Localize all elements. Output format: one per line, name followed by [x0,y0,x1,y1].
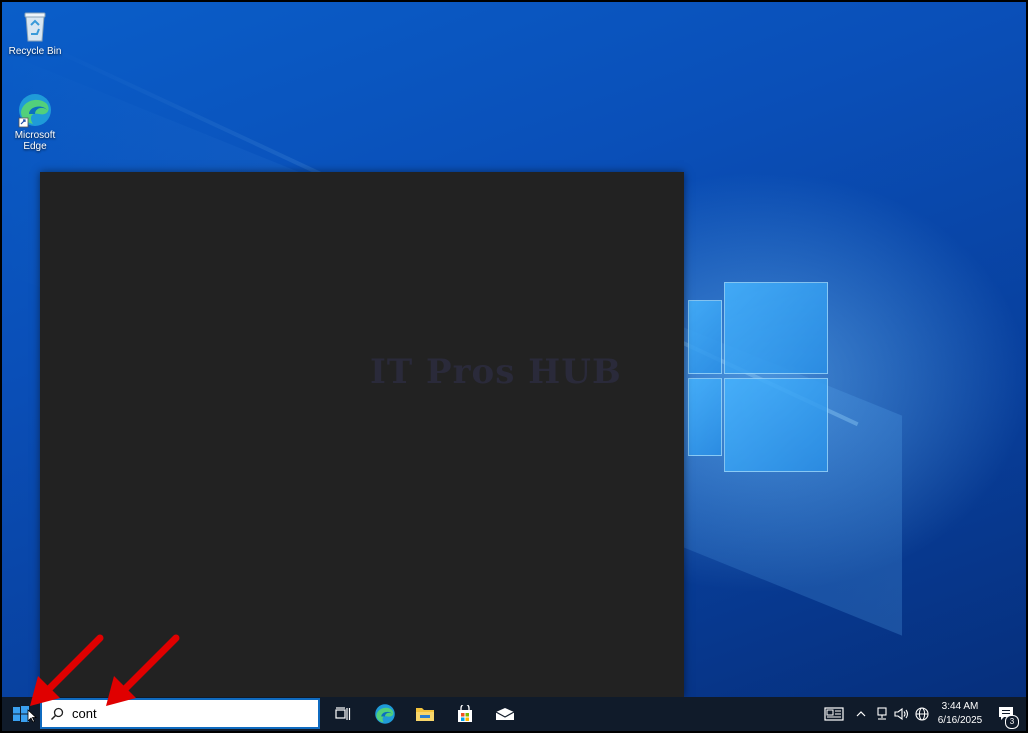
start-button[interactable] [2,697,40,731]
taskbar-file-explorer-button[interactable] [408,697,442,731]
notification-center-button[interactable]: 3 [992,697,1022,731]
desktop-icon-recycle-bin[interactable]: Recycle Bin [2,8,68,57]
notification-count-badge: 3 [1005,715,1019,729]
taskbar-mail-button[interactable] [488,697,522,731]
edge-icon [17,92,53,128]
desktop-icon-edge[interactable]: Microsoft Edge [2,92,68,152]
desktop-icon-label: Recycle Bin [8,46,62,57]
task-view-button[interactable] [328,697,358,731]
taskbar-edge-button[interactable] [368,697,402,731]
search-icon [42,707,72,721]
watermark: IT Pros HUB [370,352,622,392]
desktop: Recycle Bin Microsoft Edge IT Pros HUB [2,2,1026,697]
taskbar-search-box[interactable] [40,698,320,729]
show-hidden-icons-button[interactable] [852,697,870,731]
taskbar: 3:44 AM 6/16/2025 3 [2,697,1026,731]
mail-icon [495,708,515,720]
store-icon [458,705,472,722]
network-icon [877,707,887,720]
clock[interactable]: 3:44 AM 6/16/2025 [928,700,992,728]
language-icon [915,707,929,721]
recycle-bin-icon [17,8,53,44]
search-input[interactable] [72,706,302,721]
desktop-icon-label: Microsoft Edge [14,130,56,152]
news-icon [824,707,844,721]
screen: Recycle Bin Microsoft Edge IT Pros HUB c… [0,0,1028,733]
folder-icon [416,708,434,721]
volume-button[interactable] [892,697,912,731]
taskbar-store-button[interactable] [448,697,482,731]
task-view-icon [335,707,351,720]
mouse-cursor-icon [27,709,37,723]
news-button[interactable] [820,697,848,731]
chevron-up-icon [856,711,866,717]
volume-icon [894,707,909,721]
search-results-panel: IT Pros HUB [40,172,684,697]
clock-date: 6/16/2025 [937,715,983,726]
edge-icon [375,704,395,724]
clock-time: 3:44 AM [941,701,979,712]
network-button[interactable] [872,697,892,731]
